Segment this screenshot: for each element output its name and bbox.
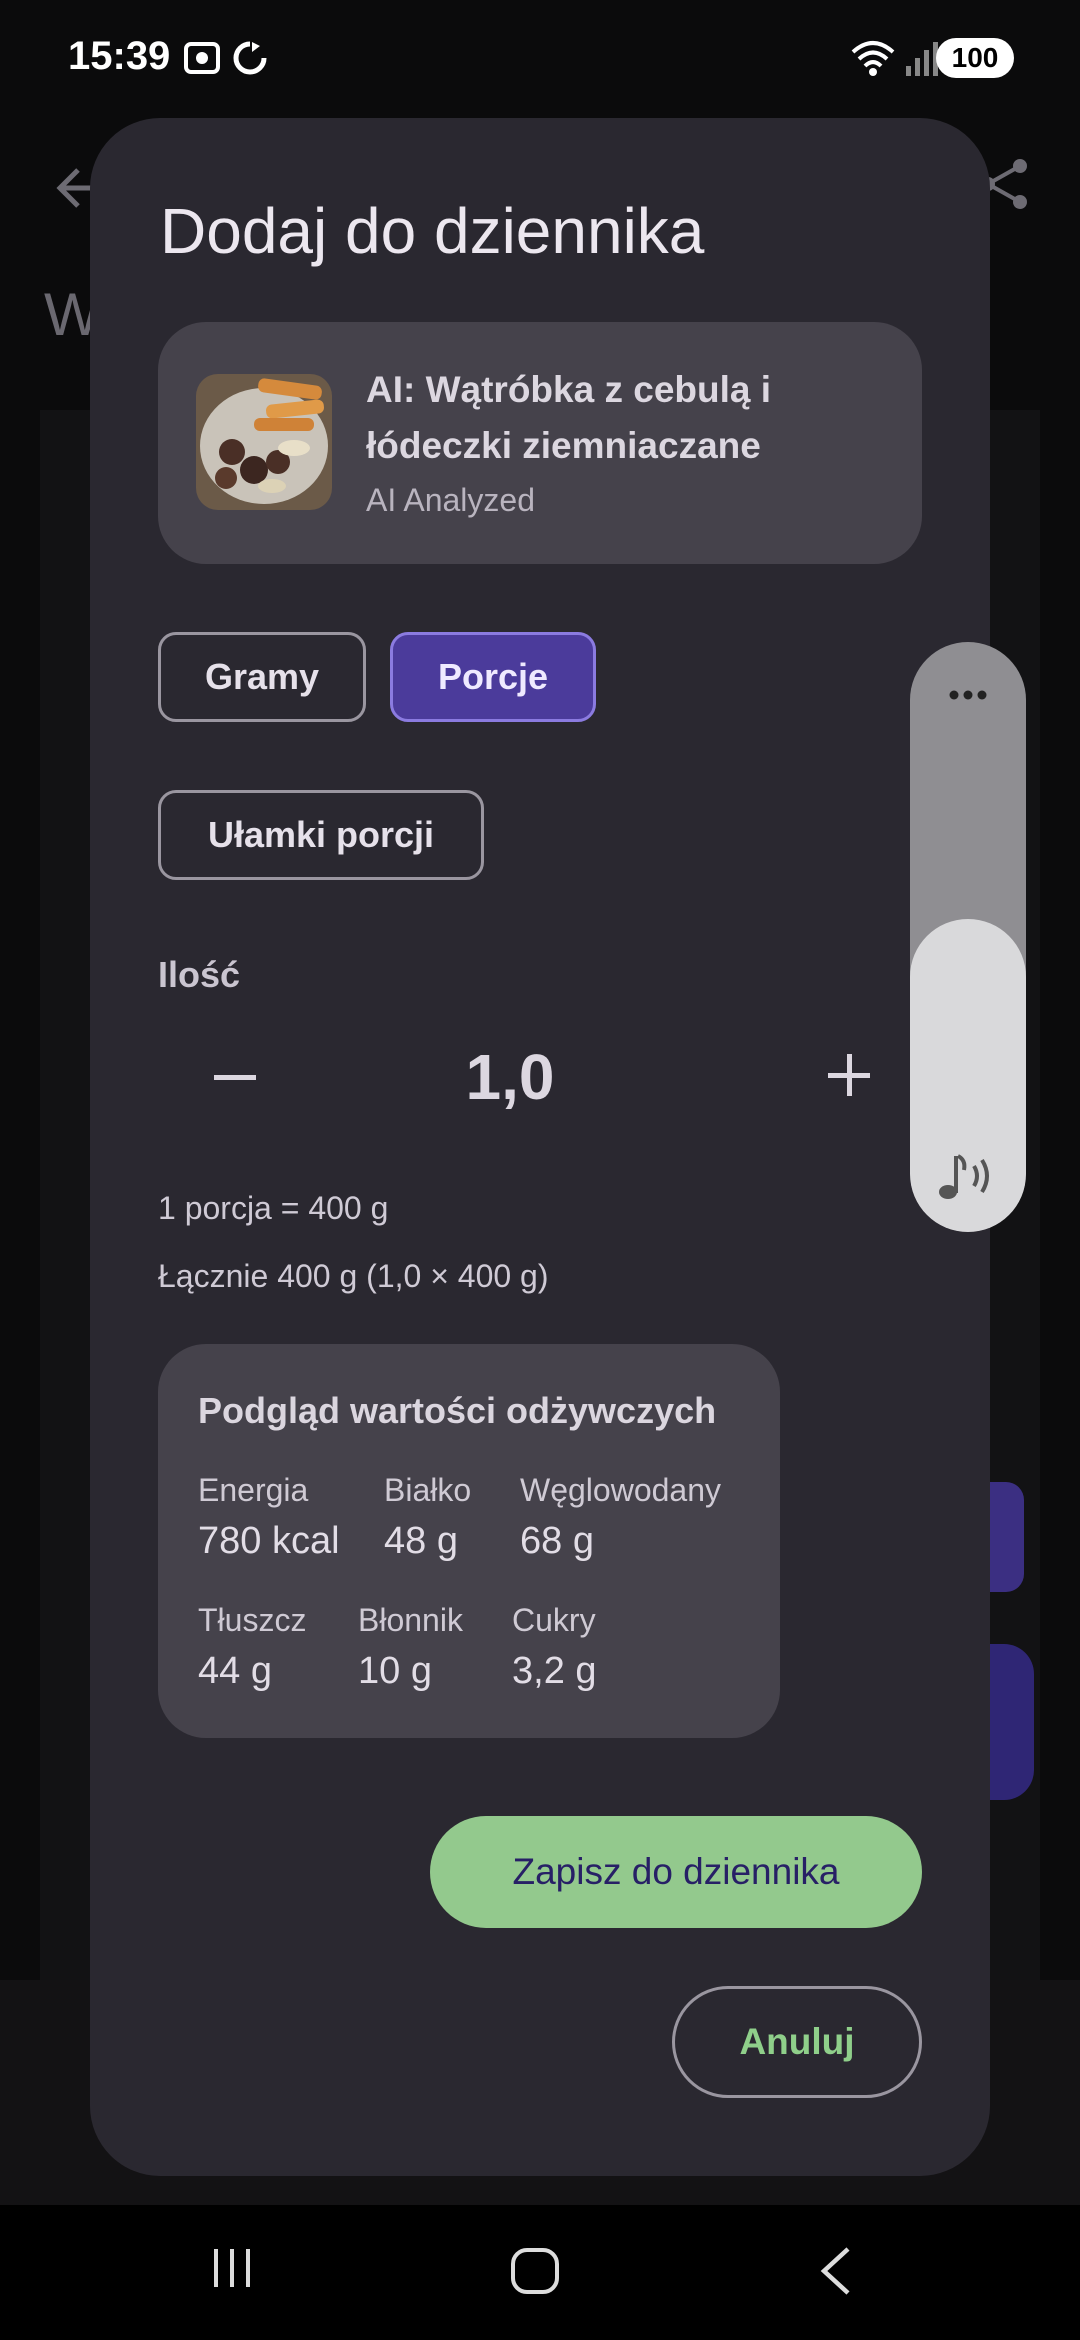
increase-quantity-button[interactable] <box>814 1040 884 1110</box>
quantity-value: 1,0 <box>465 1041 555 1113</box>
status-bar: 15:39 100 <box>0 0 1080 120</box>
nutrient-label: Błonnik <box>358 1602 463 1638</box>
food-photo <box>196 374 332 510</box>
decrease-quantity-button[interactable] <box>200 1042 270 1112</box>
nutrient-value: 3,2 g <box>512 1650 597 1692</box>
status-time: 15:39 <box>68 34 171 78</box>
nutrient-label: Energia <box>198 1472 309 1508</box>
add-to-diary-dialog: Dodaj do dziennika AI: Wątróbka z cebulą… <box>90 118 990 2176</box>
volume-slider[interactable] <box>910 642 1026 1232</box>
nutrient-value: 48 g <box>384 1520 458 1562</box>
battery-indicator: 100 <box>936 38 1014 78</box>
nutrient-label: Tłuszcz <box>198 1602 307 1638</box>
nutrient-label: Węglowodany <box>520 1472 721 1508</box>
nutrition-preview-card: Podgląd wartości odżywczych Energia 780 … <box>158 1344 780 1738</box>
recent-apps-icon[interactable] <box>208 2243 258 2298</box>
save-to-diary-button[interactable]: Zapisz do dziennika <box>430 1816 922 1928</box>
back-icon[interactable] <box>812 2243 862 2304</box>
nutrient-value: 10 g <box>358 1650 432 1692</box>
dialog-title: Dodaj do dziennika <box>160 195 705 267</box>
nutrient-value: 68 g <box>520 1520 594 1562</box>
nutrient-label: Cukry <box>512 1602 596 1638</box>
cancel-button[interactable]: Anuluj <box>672 1986 922 2098</box>
screenshot-icon <box>182 38 222 83</box>
food-source-label: AI Analyzed <box>366 482 535 518</box>
plus-icon <box>828 1054 870 1096</box>
minus-icon <box>214 1075 256 1080</box>
music-volume-icon <box>932 1140 1004 1212</box>
nutrient-label: Białko <box>384 1472 472 1508</box>
food-card: AI: Wątróbka z cebulą i łódeczki ziemnia… <box>158 322 922 564</box>
nutrition-preview-title: Podgląd wartości odżywczych <box>198 1390 717 1431</box>
unit-chip-fractions[interactable]: Ułamki porcji <box>158 790 484 880</box>
nutrient-value: 780 kcal <box>198 1520 340 1562</box>
food-name: AI: Wątróbka z cebulą i łódeczki ziemnia… <box>366 369 772 466</box>
unit-chip-grams[interactable]: Gramy <box>158 632 366 722</box>
signal-icon <box>904 38 940 83</box>
system-navigation-bar <box>0 2205 1080 2340</box>
portion-size-text: 1 porcja = 400 g <box>158 1190 389 1226</box>
nutrient-value: 44 g <box>198 1650 272 1692</box>
total-weight-text: Łącznie 400 g (1,0 × 400 g) <box>158 1258 549 1294</box>
wifi-icon <box>850 38 896 83</box>
sync-icon <box>230 38 270 83</box>
more-options-icon[interactable] <box>940 682 996 708</box>
quantity-label: Ilość <box>158 954 241 995</box>
unit-chip-portions[interactable]: Porcje <box>390 632 596 722</box>
home-icon[interactable] <box>508 2243 564 2304</box>
